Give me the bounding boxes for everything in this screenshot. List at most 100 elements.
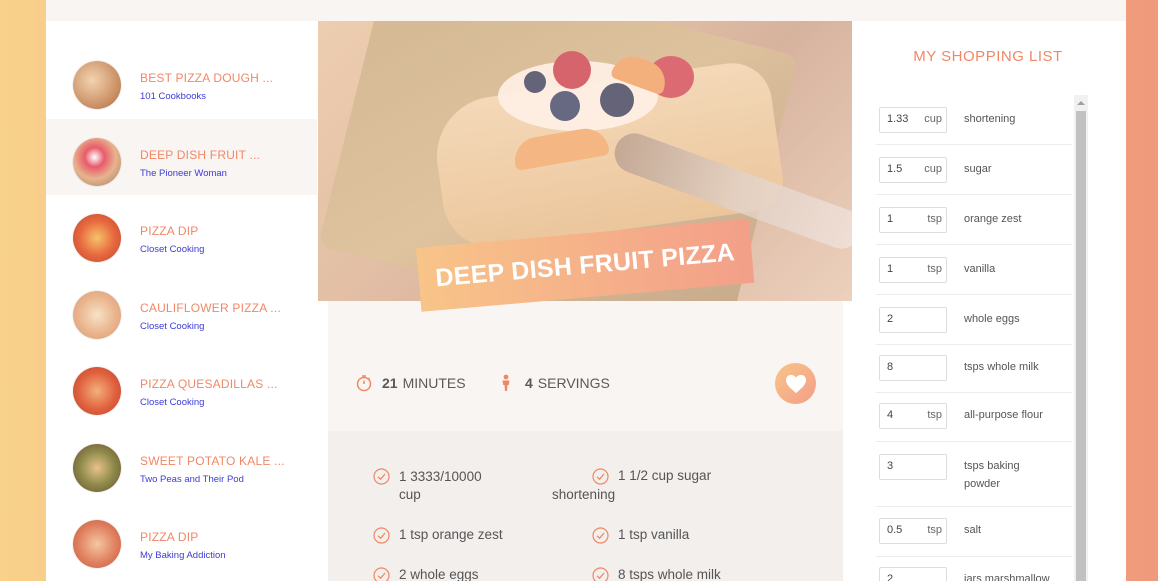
check-circle-icon	[592, 527, 609, 547]
quantity-value: 1	[887, 213, 894, 225]
scroll-up-arrow-icon[interactable]	[1074, 95, 1088, 110]
quantity-value: 1.33	[887, 113, 909, 125]
ingredient-text: 8 tsps whole milk	[618, 567, 721, 581]
recipe-list-item[interactable]: BEST PIZZA DOUGH ... 101 Cookbooks	[46, 42, 317, 119]
item-name: salt	[964, 524, 982, 536]
quantity-value: 4	[887, 409, 894, 421]
recipe-thumbnail	[73, 367, 121, 415]
check-circle-icon	[373, 567, 390, 581]
item-name: whole eggs	[964, 313, 1020, 325]
ingredient-text: 1 3333/10000 cup shortening	[399, 469, 616, 502]
shopping-item: 3 tsps baking powder	[876, 442, 1072, 507]
servings-label: SERVINGS	[537, 375, 610, 391]
shopping-list-scrollbar[interactable]	[1074, 95, 1088, 581]
top-bar	[46, 0, 1126, 21]
shopping-item: 1 tsp orange zest	[876, 195, 1072, 245]
recipe-publisher: The Pioneer Woman	[140, 167, 227, 179]
quantity-input[interactable]: 1 tsp	[879, 207, 947, 233]
recipe-publisher: Two Peas and Their Pod	[140, 473, 244, 485]
minutes-label: MINUTES	[402, 375, 466, 391]
recipe-publisher: 101 Cookbooks	[140, 91, 207, 102]
app-container: BEST PIZZA DOUGH ... 101 Cookbooks DEEP …	[46, 0, 1126, 581]
recipe-publisher: My Baking Addiction	[140, 550, 226, 561]
quantity-value: 8	[887, 361, 894, 373]
recipe-title: DEEP DISH FRUIT ...	[140, 147, 261, 162]
recipe-list-item-active[interactable]: DEEP DISH FRUIT ... The Pioneer Woman	[46, 118, 317, 195]
item-name: tsps baking powder	[964, 460, 1020, 490]
ingredient-text: 1 tsp orange zest	[399, 527, 503, 542]
recipe-publisher: Closet Cooking	[140, 397, 205, 408]
shopping-item: 1 tsp vanilla	[876, 245, 1072, 295]
quantity-value: 2	[887, 573, 894, 581]
shopping-list-title: MY SHOPPING LIST	[913, 48, 1063, 65]
quantity-unit: tsp	[927, 213, 942, 225]
ingredient-text: 2 whole eggs	[399, 567, 479, 581]
quantity-unit: cup	[924, 113, 942, 125]
recipe-list-item[interactable]: SWEET POTATO KALE ... Two Peas and Their…	[46, 425, 317, 502]
item-name: tsps whole milk	[964, 361, 1039, 373]
recipe-thumbnail	[73, 520, 121, 568]
recipe-title: SWEET POTATO KALE ...	[140, 453, 285, 468]
quantity-input[interactable]: 3	[879, 454, 947, 480]
ingredient-text: 1 tsp vanilla	[618, 527, 690, 542]
quantity-input[interactable]: 2	[879, 307, 947, 333]
recipe-title: PIZZA DIP	[140, 224, 199, 238]
quantity-unit: cup	[924, 163, 942, 175]
quantity-input[interactable]: 4 tsp	[879, 403, 947, 429]
quantity-value: 3	[887, 460, 894, 472]
shopping-item: 4 tsp all-purpose flour	[876, 393, 1072, 442]
quantity-input[interactable]: 0.5 tsp	[879, 518, 947, 544]
recipe-list-item[interactable]: CAULIFLOWER PIZZA ... Closet Cooking	[46, 272, 317, 349]
favorite-button[interactable]	[775, 363, 816, 404]
shopping-list: 1.33 cup shortening 1.5 cup sugar 1 tsp ora…	[876, 95, 1072, 581]
item-name: sugar	[964, 163, 992, 175]
recipe-thumbnail	[73, 290, 121, 339]
recipe-title: PIZZA DIP	[140, 530, 199, 544]
ingredients-list: 1 3333/10000 cup shortening 1 1/2 cup su…	[328, 431, 843, 581]
quantity-input[interactable]: 2	[879, 567, 947, 581]
scroll-thumb[interactable]	[1076, 111, 1086, 581]
quantity-value: 1	[887, 263, 894, 275]
item-name: all-purpose flour	[964, 409, 1043, 421]
check-circle-icon	[373, 468, 390, 488]
servings: 4 SERVINGS	[500, 374, 610, 392]
item-name: shortening	[964, 113, 1016, 125]
recipe-thumbnail	[73, 443, 121, 492]
quantity-unit: tsp	[927, 409, 942, 421]
ingredient-text: 1 1/2 cup sugar	[618, 468, 712, 483]
quantity-input[interactable]: 8	[879, 355, 947, 381]
item-name: vanilla	[964, 263, 996, 275]
recipe-list-item[interactable]: PIZZA DIP Closet Cooking	[46, 195, 317, 272]
cooking-time: 21 MINUTES	[355, 374, 466, 392]
quantity-unit: tsp	[927, 263, 942, 275]
quantity-unit: tsp	[927, 524, 942, 536]
stopwatch-icon	[355, 374, 373, 392]
heart-icon	[785, 374, 806, 393]
recipe-title: PIZZA QUESADILLAS ...	[140, 377, 278, 391]
recipe-publisher: Closet Cooking	[140, 244, 205, 255]
recipe-thumbnail	[73, 137, 121, 186]
quantity-input[interactable]: 1 tsp	[879, 257, 947, 283]
shopping-item: 1.33 cup shortening	[876, 95, 1072, 145]
recipe-list-item[interactable]: PIZZA QUESADILLAS ... Closet Cooking	[46, 348, 317, 425]
minutes-value: 21	[382, 375, 398, 391]
recipe-thumbnail	[73, 61, 121, 109]
search-results-list: BEST PIZZA DOUGH ... 101 Cookbooks DEEP …	[46, 42, 317, 578]
shopping-item: 1.5 cup sugar	[876, 145, 1072, 195]
check-circle-icon	[592, 468, 609, 488]
recipe-title: CAULIFLOWER PIZZA ...	[140, 300, 281, 315]
quantity-input[interactable]: 1.33 cup	[879, 107, 947, 133]
person-icon	[500, 374, 512, 392]
recipe-publisher: Closet Cooking	[140, 320, 205, 332]
shopping-item: 8 tsps whole milk	[876, 345, 1072, 393]
recipe-title: BEST PIZZA DOUGH ...	[140, 71, 274, 85]
shopping-item: 0.5 tsp salt	[876, 507, 1072, 557]
quantity-value: 0.5	[887, 524, 903, 536]
quantity-value: 1.5	[887, 163, 903, 175]
shopping-item: 2 whole eggs	[876, 295, 1072, 345]
recipe-info-bar: 21 MINUTES 4 SERVINGS	[328, 301, 843, 431]
quantity-input[interactable]: 1.5 cup	[879, 157, 947, 183]
shopping-item: 2 jars marshmallow	[876, 557, 1072, 581]
recipe-list-item[interactable]: PIZZA DIP My Baking Addiction	[46, 501, 317, 578]
servings-value: 4	[525, 375, 533, 391]
